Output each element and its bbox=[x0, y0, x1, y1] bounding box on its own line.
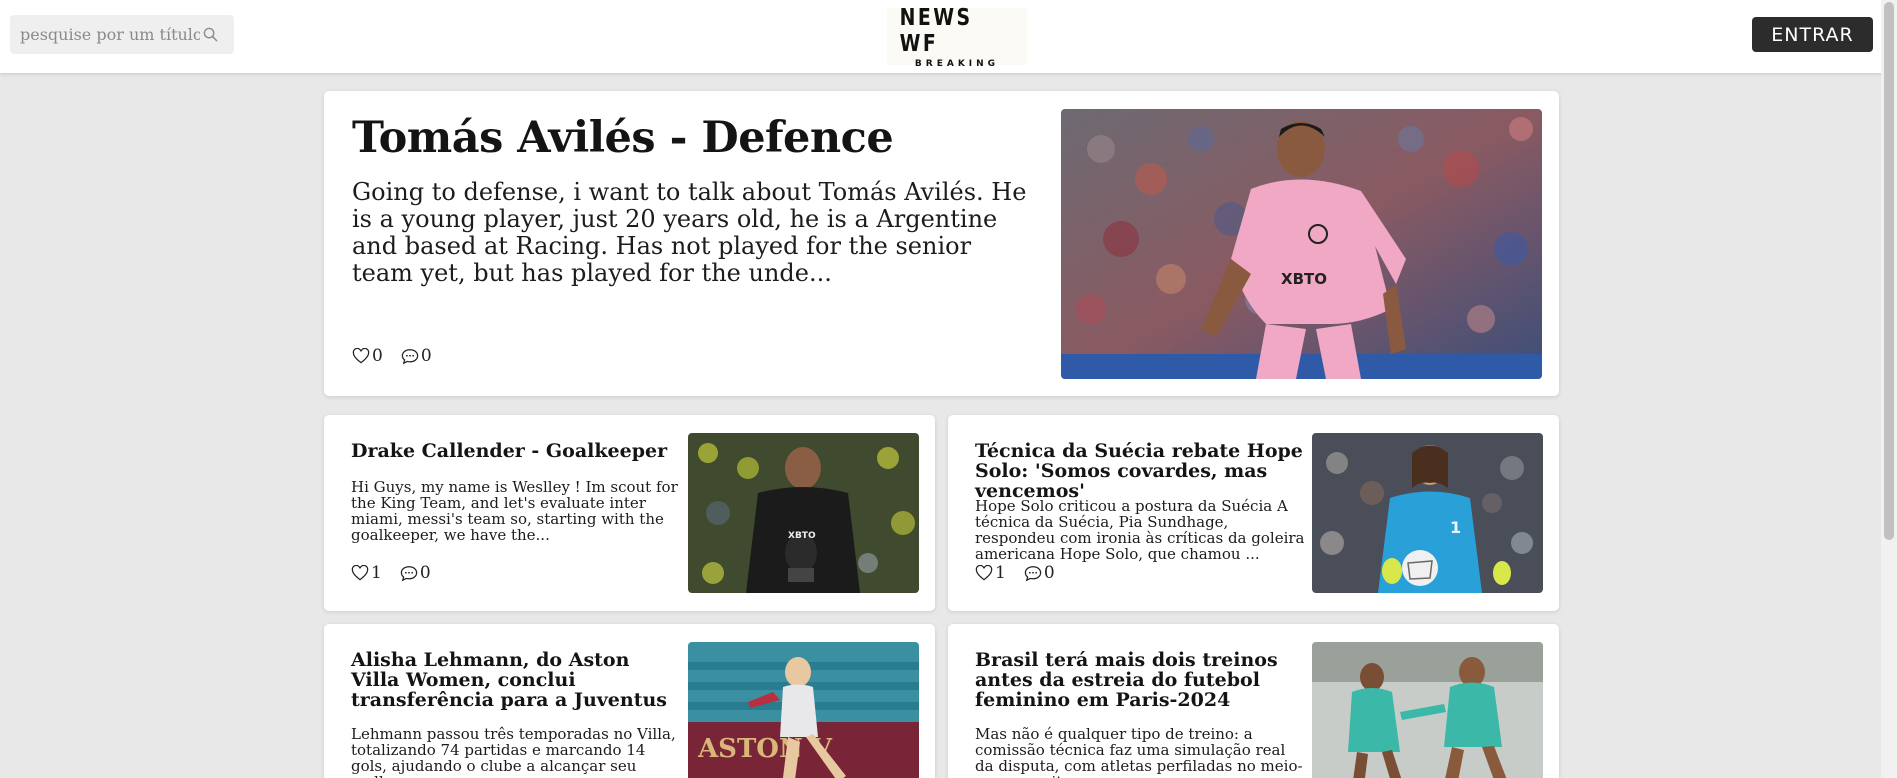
search-box[interactable] bbox=[10, 15, 234, 54]
article-title[interactable]: Alisha Lehmann, do Aston Villa Women, co… bbox=[351, 650, 681, 710]
article-image[interactable]: XBTO bbox=[688, 433, 919, 593]
like-count[interactable]: 1 bbox=[351, 563, 382, 583]
svg-text:XBTO: XBTO bbox=[788, 531, 816, 541]
site-logo[interactable]: NEWS WF BREAKING bbox=[887, 4, 1027, 69]
featured-article-image[interactable]: XBTO bbox=[1061, 109, 1542, 379]
like-count[interactable]: 1 bbox=[975, 563, 1006, 583]
like-count-value: 1 bbox=[371, 563, 382, 583]
article-excerpt: Mas não é qualquer tipo de treino: a com… bbox=[975, 725, 1303, 778]
login-button[interactable]: ENTRAR bbox=[1752, 17, 1873, 52]
article-stats: 1 0 bbox=[975, 563, 1055, 583]
search-icon[interactable] bbox=[200, 25, 220, 45]
heart-icon[interactable] bbox=[975, 565, 993, 581]
comment-count[interactable]: 0 bbox=[400, 563, 431, 583]
article-stats: 1 0 bbox=[351, 563, 431, 583]
article-card[interactable]: Alisha Lehmann, do Aston Villa Women, co… bbox=[324, 624, 935, 778]
article-image[interactable]: 1 bbox=[1312, 433, 1543, 593]
article-card[interactable]: Brasil terá mais dois treinos antes da e… bbox=[948, 624, 1559, 778]
article-card[interactable]: Drake Callender - Goalkeeper Hi Guys, my… bbox=[324, 415, 935, 611]
article-title[interactable]: Brasil terá mais dois treinos antes da e… bbox=[975, 650, 1305, 710]
comment-count-value: 0 bbox=[420, 346, 432, 366]
featured-article-excerpt: Going to defense, i want to talk about T… bbox=[352, 178, 1027, 287]
search-input[interactable] bbox=[20, 25, 200, 44]
article-image[interactable] bbox=[1312, 642, 1543, 778]
heart-icon[interactable] bbox=[352, 348, 370, 364]
like-count-value: 0 bbox=[372, 346, 383, 366]
comment-count-value: 0 bbox=[419, 563, 431, 583]
article-excerpt: Hope Solo criticou a postura da Suécia A… bbox=[975, 497, 1305, 563]
article-title[interactable]: Drake Callender - Goalkeeper bbox=[351, 441, 681, 461]
comment-icon[interactable] bbox=[400, 565, 418, 582]
article-excerpt: Lehmann passou três temporadas no Villa,… bbox=[351, 725, 676, 778]
article-excerpt: Hi Guys, my name is Weslley ! Im scout f… bbox=[351, 478, 678, 544]
like-count-value: 1 bbox=[995, 563, 1006, 583]
svg-text:XBTO: XBTO bbox=[1281, 270, 1327, 288]
scrollbar-thumb[interactable] bbox=[1884, 2, 1894, 540]
featured-article-card[interactable]: Tomás Avilés - Defence Going to defense,… bbox=[324, 91, 1559, 396]
comment-icon[interactable] bbox=[1024, 565, 1042, 582]
like-count[interactable]: 0 bbox=[352, 346, 383, 366]
comment-count[interactable]: 0 bbox=[1024, 563, 1055, 583]
featured-article-title[interactable]: Tomás Avilés - Defence bbox=[352, 113, 1032, 163]
comment-count-value: 0 bbox=[1043, 563, 1055, 583]
heart-icon[interactable] bbox=[351, 565, 369, 581]
comment-count[interactable]: 0 bbox=[401, 346, 432, 366]
page-scrollbar[interactable] bbox=[1881, 0, 1897, 778]
logo-subtitle: BREAKING bbox=[914, 58, 1000, 69]
article-title[interactable]: Técnica da Suécia rebate Hope Solo: 'Som… bbox=[975, 441, 1305, 501]
logo-title: NEWS WF bbox=[899, 4, 973, 57]
top-navigation-bar: NEWS WF BREAKING ENTRAR bbox=[0, 0, 1897, 73]
article-image[interactable]: ASTON V bbox=[688, 642, 919, 778]
featured-article-stats: 0 0 bbox=[352, 346, 432, 366]
article-card[interactable]: Técnica da Suécia rebate Hope Solo: 'Som… bbox=[948, 415, 1559, 611]
svg-text:1: 1 bbox=[1450, 518, 1461, 537]
comment-icon[interactable] bbox=[401, 348, 419, 365]
